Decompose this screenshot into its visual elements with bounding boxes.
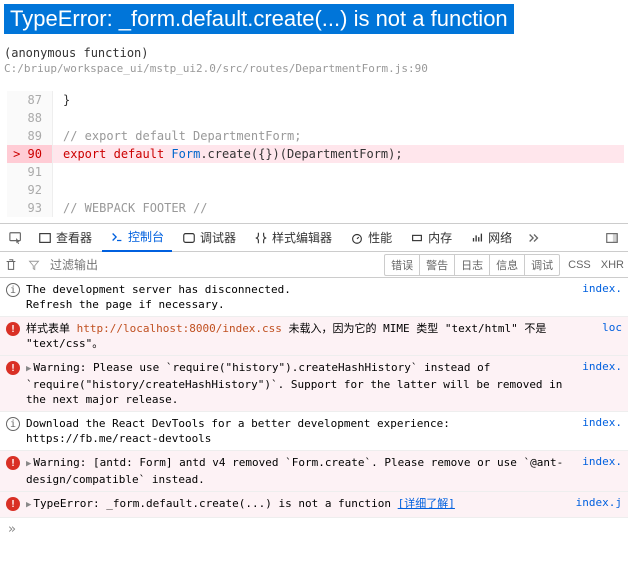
- tab-label: 网络: [488, 229, 512, 246]
- message-text: Download the React DevTools for a better…: [26, 416, 576, 446]
- tab-label: 内存: [428, 229, 452, 246]
- tab-performance[interactable]: 性能: [342, 224, 400, 252]
- console-message: ! 样式表单 http://localhost:8000/index.css 未…: [0, 317, 628, 356]
- anonymous-function-label: (anonymous function): [4, 46, 624, 60]
- tabs-overflow-icon[interactable]: [522, 226, 546, 250]
- tab-memory[interactable]: 内存: [402, 224, 460, 252]
- message-text: The development server has disconnected.…: [26, 282, 576, 312]
- memory-icon: [410, 231, 424, 245]
- tab-label: 调试器: [200, 229, 236, 246]
- network-icon: [470, 231, 484, 245]
- code-snippet: 87} 88 89// export default DepartmentFor…: [4, 91, 624, 217]
- error-icon: !: [6, 497, 20, 511]
- dock-side-icon[interactable]: [600, 226, 624, 250]
- expand-arrow-icon[interactable]: ▶: [26, 364, 31, 374]
- error-title-banner: TypeError: _form.default.create(...) is …: [4, 4, 514, 34]
- info-icon: i: [6, 283, 20, 297]
- code-line: 87}: [7, 91, 624, 109]
- log-level-pills: 错误 警告 日志 信息 调试: [384, 254, 560, 276]
- message-text: ▶TypeError: _form.default.create(...) is…: [26, 496, 570, 513]
- code-line: 92: [7, 181, 624, 199]
- source-path: C:/briup/workspace_ui/mstp_ui2.0/src/rou…: [4, 62, 624, 75]
- console-messages: i The development server has disconnecte…: [0, 278, 628, 518]
- performance-icon: [350, 231, 364, 245]
- filter-css-toggle[interactable]: CSS: [568, 259, 591, 271]
- console-prompt[interactable]: »: [0, 518, 628, 541]
- learn-more-link[interactable]: [详细了解]: [398, 497, 455, 510]
- message-text: 样式表单 http://localhost:8000/index.css 未载入…: [26, 321, 596, 351]
- tab-label: 样式编辑器: [272, 229, 332, 246]
- tab-style-editor[interactable]: 样式编辑器: [246, 224, 340, 252]
- code-line: 88: [7, 109, 624, 127]
- pill-debug[interactable]: 调试: [525, 255, 559, 275]
- message-source[interactable]: index.j: [576, 496, 622, 509]
- error-icon: !: [6, 322, 20, 336]
- filter-icon: [28, 259, 42, 271]
- message-source[interactable]: index.: [582, 282, 622, 295]
- error-icon: !: [6, 456, 20, 470]
- pill-info[interactable]: 信息: [490, 255, 525, 275]
- pick-element-icon[interactable]: [4, 226, 28, 250]
- filter-input[interactable]: [50, 258, 376, 272]
- console-message: ! ▶Warning: Please use `require("history…: [0, 356, 628, 412]
- expand-arrow-icon[interactable]: ▶: [26, 500, 31, 510]
- tab-inspector[interactable]: 查看器: [30, 224, 100, 252]
- console-message: i The development server has disconnecte…: [0, 278, 628, 317]
- error-icon: !: [6, 361, 20, 375]
- pill-warn[interactable]: 警告: [420, 255, 455, 275]
- console-icon: [110, 230, 124, 244]
- tab-console[interactable]: 控制台: [102, 224, 172, 252]
- tab-debugger[interactable]: 调试器: [174, 224, 244, 252]
- stack-header: (anonymous function) C:/briup/workspace_…: [0, 34, 628, 83]
- message-source[interactable]: loc: [602, 321, 622, 334]
- inspector-icon: [38, 231, 52, 245]
- code-line: 89// export default DepartmentForm;: [7, 127, 624, 145]
- message-source[interactable]: index.: [582, 360, 622, 373]
- message-text: ▶Warning: Please use `require("history")…: [26, 360, 576, 407]
- tab-label: 控制台: [128, 228, 164, 245]
- message-source[interactable]: index.: [582, 416, 622, 429]
- filter-xhr-toggle[interactable]: XHR: [601, 259, 624, 271]
- pill-log[interactable]: 日志: [455, 255, 490, 275]
- expand-arrow-icon[interactable]: ▶: [26, 459, 31, 469]
- devtools-panel: 查看器 控制台 调试器 样式编辑器 性能 内存 网络 错误 警告 日志 信息 调…: [0, 223, 628, 541]
- info-icon: i: [6, 417, 20, 431]
- console-message: i Download the React DevTools for a bett…: [0, 412, 628, 451]
- debugger-icon: [182, 231, 196, 245]
- code-line-highlighted: 90export default Form.create({})(Departm…: [7, 145, 624, 163]
- message-text: ▶Warning: [antd: Form] antd v4 removed `…: [26, 455, 576, 487]
- clear-console-icon[interactable]: [4, 258, 20, 272]
- console-message: ! ▶Warning: [antd: Form] antd v4 removed…: [0, 451, 628, 492]
- tab-label: 查看器: [56, 229, 92, 246]
- tab-label: 性能: [368, 229, 392, 246]
- devtools-tabs: 查看器 控制台 调试器 样式编辑器 性能 内存 网络: [0, 224, 628, 252]
- pill-error[interactable]: 错误: [385, 255, 420, 275]
- message-source[interactable]: index.: [582, 455, 622, 468]
- code-line: 93// WEBPACK FOOTER //: [7, 199, 624, 217]
- console-message: ! ▶TypeError: _form.default.create(...) …: [0, 492, 628, 518]
- console-filter-bar: 错误 警告 日志 信息 调试 CSS XHR: [0, 252, 628, 278]
- style-icon: [254, 231, 268, 245]
- tab-network[interactable]: 网络: [462, 224, 520, 252]
- code-line: 91: [7, 163, 624, 181]
